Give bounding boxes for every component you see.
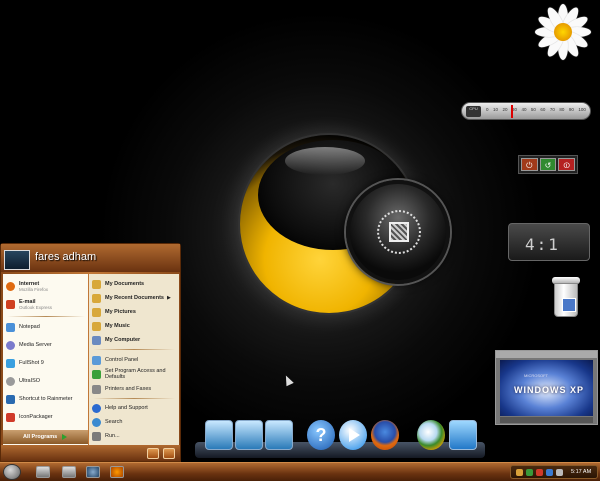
start-menu-programs: Internet Mozilla Firefox E-mail Outlook Ex…: [3, 274, 88, 445]
power-icon[interactable]: [163, 448, 175, 459]
start-item-help[interactable]: Help and Support: [92, 402, 148, 414]
pictures-folder-icon: [92, 307, 101, 317]
control-panel-icon: [92, 355, 101, 365]
iconpackager-icon: [6, 412, 15, 422]
taskbar-clock[interactable]: 5:17 AM: [571, 469, 591, 475]
media-player-widget[interactable]: MICROSOFT WINDOWS XP: [495, 350, 598, 425]
media-brand: MICROSOFT: [524, 373, 548, 378]
media-server-icon: [6, 340, 15, 350]
volume-icon[interactable]: [556, 469, 563, 476]
fullshot-icon: [6, 358, 15, 368]
tray-icon-3[interactable]: [536, 469, 543, 476]
ultraiso-icon: [6, 376, 15, 386]
clock-time: 4:1: [525, 235, 560, 254]
restart-button[interactable]: ↺: [539, 158, 557, 171]
explorer-icon[interactable]: [62, 466, 76, 478]
start-menu-header: fares adham: [1, 244, 180, 272]
start-item-notepad[interactable]: Notepad: [6, 321, 40, 333]
control-panel-icon[interactable]: [449, 420, 477, 450]
start-item-iconpackager[interactable]: IconPackager: [6, 411, 53, 423]
tray-icon-1[interactable]: [516, 469, 523, 476]
run-icon: [92, 431, 101, 441]
start-item-program-defaults[interactable]: Set Program Access and Defaults: [92, 367, 175, 381]
cpu-needle: [511, 105, 513, 118]
divider: [93, 349, 175, 350]
media-controls[interactable]: [500, 417, 593, 423]
tray-icon-4[interactable]: [546, 469, 553, 476]
start-menu-footer: [1, 445, 180, 461]
rainmeter-icon: [6, 394, 15, 404]
notepad-icon: [6, 322, 15, 332]
start-item-my-computer[interactable]: My Computer: [92, 334, 140, 346]
media-player-titlebar[interactable]: [496, 351, 597, 358]
music-folder-icon[interactable]: [265, 420, 293, 450]
divider: [93, 398, 175, 399]
system-tray: 5:17 AM: [510, 465, 598, 479]
start-item-run[interactable]: Run...: [92, 430, 120, 442]
start-item-email[interactable]: E-mail Outlook Express: [6, 296, 52, 312]
firefox-icon[interactable]: [371, 420, 399, 450]
all-programs-button[interactable]: All Programs: [3, 430, 88, 444]
divider: [7, 316, 85, 317]
clock-widget: 4:1: [508, 223, 590, 261]
power-panel: ⏻ ↺ ⏼: [518, 155, 578, 174]
avatar[interactable]: [4, 250, 30, 270]
start-item-recent-documents[interactable]: My Recent Documents ▶: [92, 292, 171, 304]
cpu-label: CPU: [466, 106, 481, 117]
start-item-my-documents[interactable]: My Documents: [92, 278, 144, 290]
help-icon[interactable]: ?: [307, 420, 335, 450]
lock-icon[interactable]: [147, 448, 159, 459]
start-item-rainmeter[interactable]: Shortcut to Rainmeter: [6, 393, 73, 405]
internet-explorer-icon[interactable]: [417, 420, 445, 450]
documents-folder-icon[interactable]: [235, 420, 263, 450]
computer-icon: [92, 335, 101, 345]
firefox-icon: [6, 281, 15, 291]
username: fares adham: [35, 251, 97, 263]
folder-icon[interactable]: [205, 420, 233, 450]
recent-documents-icon: [92, 293, 101, 303]
dock: ?: [195, 418, 485, 460]
cpu-meter-widget: CPU 0 10 20 30 40 50 60 70 80 90 100: [461, 102, 591, 120]
start-item-media-server[interactable]: Media Server: [6, 339, 52, 351]
start-item-search[interactable]: Search: [92, 416, 122, 428]
start-item-printers[interactable]: Printers and Faxes: [92, 383, 151, 395]
arrow-right-icon: [62, 434, 68, 440]
start-item-internet[interactable]: Internet Mozilla Firefox: [6, 278, 48, 294]
music-folder-icon: [92, 321, 101, 331]
shutdown-button[interactable]: ⏻: [521, 158, 538, 171]
start-item-control-panel[interactable]: Control Panel: [92, 354, 138, 366]
start-item-my-music[interactable]: My Music: [92, 320, 130, 332]
media-player-screen: MICROSOFT WINDOWS XP: [500, 360, 593, 416]
taskbar: 5:17 AM: [0, 462, 600, 481]
mouse-cursor: [282, 373, 294, 387]
media-player-icon[interactable]: [339, 420, 367, 450]
start-item-my-pictures[interactable]: My Pictures: [92, 306, 136, 318]
start-menu-places: My Documents My Recent Documents ▶ My Pi…: [89, 274, 179, 445]
program-defaults-icon: [92, 369, 101, 379]
logoff-button[interactable]: ⏼: [558, 158, 576, 171]
start-item-fullshot[interactable]: FullShot 9: [6, 357, 44, 369]
start-button[interactable]: [3, 464, 21, 480]
mail-icon: [6, 299, 15, 309]
firefox-quicklaunch-icon[interactable]: [110, 466, 124, 478]
search-icon: [92, 417, 101, 427]
help-icon: [92, 403, 101, 413]
chevron-right-icon: ▶: [167, 295, 171, 301]
media-quicklaunch-icon[interactable]: [86, 466, 100, 478]
start-menu: fares adham Internet Mozilla Firefox E-ma…: [0, 243, 181, 462]
media-logo: WINDOWS XP: [514, 385, 584, 395]
recycle-bin-icon[interactable]: [552, 277, 580, 317]
show-desktop-icon[interactable]: [36, 466, 50, 478]
printer-icon: [92, 384, 101, 394]
orb-center-icon: [389, 222, 409, 242]
orb-highlight: [285, 147, 365, 175]
tray-icon-2[interactable]: [526, 469, 533, 476]
start-item-ultraiso[interactable]: UltraISO: [6, 375, 40, 387]
daisy-flower-icon: [534, 3, 592, 61]
documents-folder-icon: [92, 279, 101, 289]
cpu-scale: 0 10 20 30 40 50 60 70 80 90 100: [486, 107, 586, 112]
